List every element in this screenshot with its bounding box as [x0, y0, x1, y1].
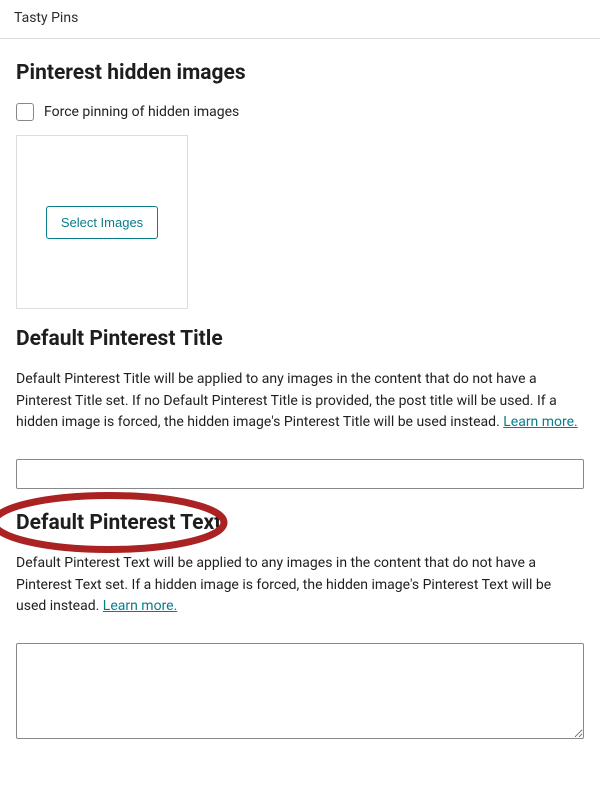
pinterest-text-description: Default Pinterest Text will be applied t… — [16, 553, 584, 618]
pinterest-title-description: Default Pinterest Title will be applied … — [16, 369, 584, 434]
force-pin-label: Force pinning of hidden images — [44, 104, 239, 120]
pinterest-title-heading: Default Pinterest Title — [16, 327, 584, 351]
select-images-button[interactable]: Select Images — [46, 206, 158, 239]
pinterest-text-textarea[interactable] — [16, 643, 584, 739]
pinterest-title-learn-more-link[interactable]: Learn more. — [503, 414, 578, 430]
pinterest-title-input[interactable] — [16, 459, 584, 489]
hidden-images-heading: Pinterest hidden images — [16, 61, 584, 85]
panel-content: Pinterest hidden images Force pinning of… — [0, 39, 600, 763]
force-pin-row: Force pinning of hidden images — [16, 103, 584, 121]
hidden-image-slot: Select Images — [16, 135, 188, 309]
panel-title: Tasty Pins — [14, 10, 78, 26]
panel-header: Tasty Pins — [0, 0, 600, 39]
force-pin-checkbox[interactable] — [16, 103, 34, 121]
pinterest-text-heading: Default Pinterest Text — [16, 511, 584, 535]
pinterest-text-learn-more-link[interactable]: Learn more. — [103, 598, 178, 614]
